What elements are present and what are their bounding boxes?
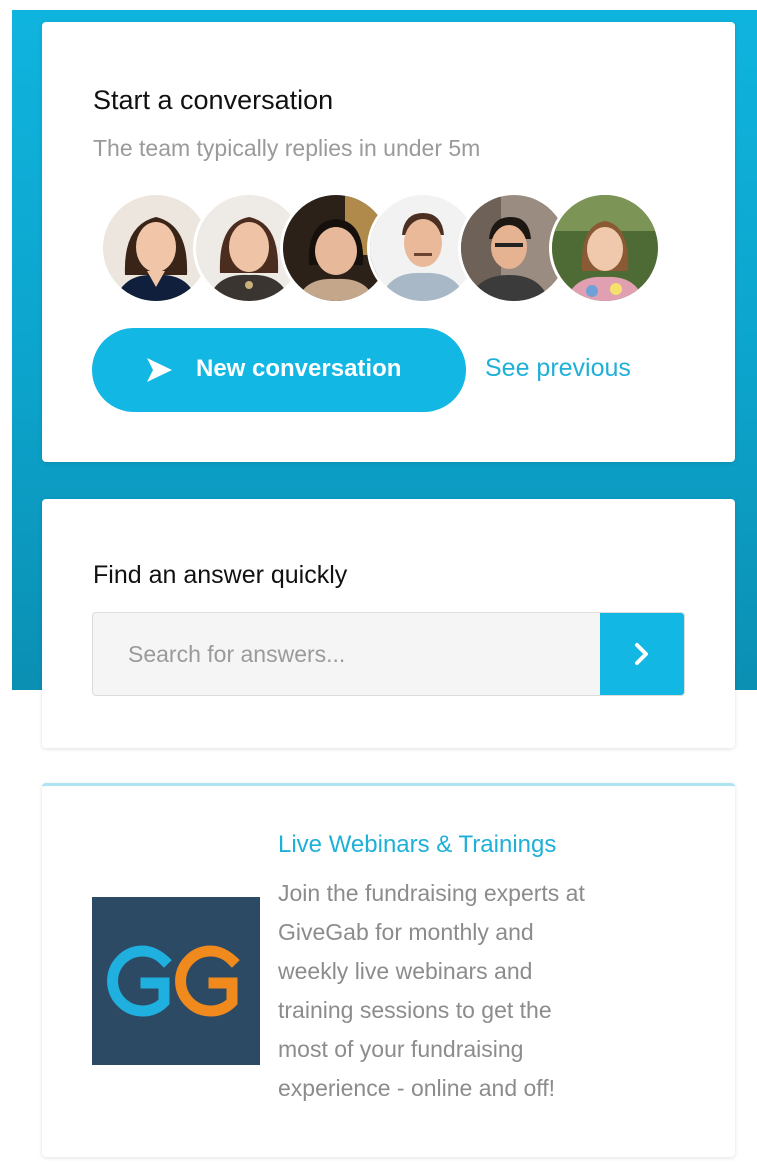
- search-card: Find an answer quickly: [42, 499, 735, 748]
- reply-time-subtitle: The team typically replies in under 5m: [93, 135, 481, 161]
- search-title: Find an answer quickly: [93, 561, 348, 589]
- article-card[interactable]: Live Webinars & Trainings Join the fundr…: [42, 783, 735, 1157]
- chevron-right-icon: [632, 640, 652, 668]
- conversation-card: Start a conversation The team typically …: [42, 22, 735, 462]
- new-conversation-button[interactable]: New conversation: [92, 328, 466, 412]
- search-submit-button[interactable]: [600, 613, 684, 695]
- search-input[interactable]: [93, 613, 602, 695]
- article-title[interactable]: Live Webinars & Trainings: [278, 831, 556, 859]
- see-previous-link[interactable]: See previous: [485, 354, 631, 383]
- new-conversation-label: New conversation: [196, 355, 402, 382]
- avatar-woman-outdoors: [549, 192, 661, 304]
- givegab-logo: [92, 897, 260, 1065]
- article-body: Join the fundraising experts at GiveGab …: [278, 880, 585, 1101]
- team-avatars: [100, 192, 680, 304]
- send-icon: [145, 356, 173, 384]
- conversation-title: Start a conversation: [93, 85, 334, 115]
- search-bar: [92, 612, 685, 696]
